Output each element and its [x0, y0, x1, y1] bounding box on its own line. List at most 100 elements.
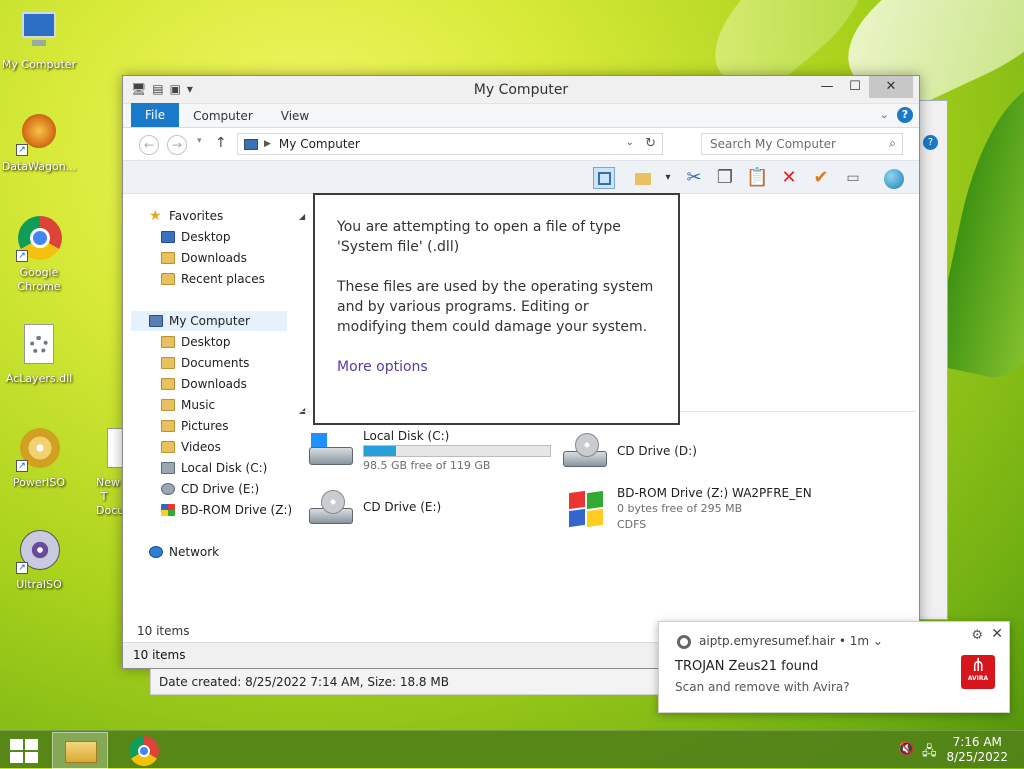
- folder-options-icon[interactable]: [633, 167, 655, 189]
- nav-item-cd-drive-e[interactable]: CD Drive (E:): [161, 479, 259, 499]
- desktop-icon-datawagon[interactable]: ↗ DataWagon...: [0, 110, 78, 174]
- nav-favorites[interactable]: ★ Favorites: [149, 206, 223, 226]
- datawagon-icon: ↗: [16, 110, 62, 156]
- recent-locations-icon[interactable]: ▾: [197, 136, 202, 146]
- expand-ribbon-icon[interactable]: ⌄: [880, 108, 889, 121]
- desktop-icon-label: Google Chrome: [17, 266, 61, 293]
- search-icon[interactable]: ⌕: [889, 136, 896, 151]
- windows-logo-icon: [10, 739, 23, 750]
- preview-pane-icon[interactable]: [593, 167, 615, 189]
- nav-my-computer-label: My Computer: [169, 314, 250, 328]
- nav-item-videos[interactable]: Videos: [161, 437, 221, 457]
- close-button[interactable]: ✕: [869, 76, 913, 98]
- cd-drive-icon: [161, 483, 175, 495]
- nav-item-pictures[interactable]: Pictures: [161, 416, 229, 436]
- maximize-button[interactable]: ☐: [841, 76, 869, 98]
- chrome-icon: [677, 635, 691, 649]
- desktop-icon-poweriso[interactable]: ↗ PowerISO: [0, 426, 78, 490]
- volume-muted-icon[interactable]: 🔇: [898, 742, 914, 757]
- tab-view[interactable]: View: [267, 105, 323, 127]
- downloads-folder-icon: [161, 378, 175, 390]
- tab-file[interactable]: File: [131, 103, 180, 127]
- status-item-count-bottom: 10 items: [133, 648, 186, 662]
- drive-cd-d[interactable]: CD Drive (D:): [563, 429, 813, 481]
- recent-places-icon: [161, 273, 175, 285]
- close-icon[interactable]: ✕: [991, 626, 1003, 642]
- nav-item-recent-places[interactable]: Recent places: [161, 269, 265, 289]
- windows-flag-icon: [161, 504, 175, 516]
- properties-icon[interactable]: ▭: [842, 167, 864, 189]
- more-options-link[interactable]: More options: [337, 359, 428, 375]
- drive-local-disk-c[interactable]: Local Disk (C:) 98.5 GB free of 119 GB: [309, 429, 559, 481]
- nav-item-label: Local Disk (C:): [181, 461, 268, 475]
- nav-item-documents[interactable]: Documents: [161, 353, 249, 373]
- rename-icon[interactable]: ✔: [810, 167, 832, 189]
- nav-item-bd-rom-z[interactable]: BD-ROM Drive (Z:) W: [161, 500, 291, 520]
- globe-icon[interactable]: [882, 167, 904, 189]
- paste-icon[interactable]: 📋: [746, 167, 768, 189]
- help-icon[interactable]: ?: [923, 135, 938, 150]
- desktop-icon-label: New T Docu: [96, 476, 125, 517]
- delete-icon[interactable]: ✕: [778, 167, 800, 189]
- desktop-icon-aclayers-dll[interactable]: AcLayers.dll: [0, 322, 78, 386]
- title-bar[interactable]: 🖥 ▤ ▣ ▾ My Computer — ☐ ✕: [123, 76, 919, 104]
- back-button[interactable]: ←: [139, 135, 159, 155]
- nav-item-label: Pictures: [181, 419, 229, 433]
- dropdown-icon[interactable]: ▾: [657, 167, 679, 189]
- disk-usage-bar: [363, 445, 551, 457]
- search-input[interactable]: Search My Computer ⌕: [701, 133, 903, 155]
- desktop-icon-my-computer[interactable]: My Computer: [0, 8, 78, 72]
- drive-bd-rom-z[interactable]: BD-ROM Drive (Z:) WA2PFRE_EN 0 bytes fre…: [563, 486, 863, 538]
- gear-icon[interactable]: ⚙: [971, 628, 983, 643]
- drive-free-space: 98.5 GB free of 119 GB: [363, 459, 491, 472]
- navigation-pane: ★ Favorites ◢ Desktop Downloads Recent pl…: [131, 204, 305, 624]
- drive-cd-e[interactable]: CD Drive (E:): [309, 486, 559, 538]
- start-button[interactable]: [10, 739, 38, 763]
- desktop-folder-icon: [161, 336, 175, 348]
- system-clock[interactable]: 7:16 AM 8/25/2022: [946, 735, 1008, 765]
- nav-item-music[interactable]: Music: [161, 395, 215, 415]
- notification-body: Scan and remove with Avira?: [675, 680, 850, 694]
- nav-network[interactable]: Network: [149, 542, 219, 562]
- tooltip-warning-text: You are attempting to open a file of typ…: [337, 219, 621, 255]
- shortcut-arrow-icon: ↗: [16, 144, 28, 156]
- breadcrumb-separator-icon[interactable]: ▶: [264, 139, 271, 149]
- poweriso-icon: ↗: [16, 426, 62, 472]
- minimize-button[interactable]: —: [813, 76, 841, 98]
- cd-drive-icon: [309, 490, 355, 528]
- nav-item-favorites-downloads[interactable]: Downloads: [161, 248, 247, 268]
- nav-item-favorites-desktop[interactable]: Desktop: [161, 227, 231, 247]
- dll-file-icon: [16, 322, 62, 368]
- tooltip-detail-text: These files are used by the operating sy…: [337, 279, 654, 335]
- details-status-bar: Date created: 8/25/2022 7:14 AM, Size: 1…: [150, 669, 660, 695]
- tab-computer[interactable]: Computer: [179, 105, 267, 127]
- nav-my-computer[interactable]: My Computer: [131, 311, 287, 331]
- copy-icon[interactable]: ❐: [714, 167, 736, 189]
- forward-button[interactable]: →: [167, 135, 187, 155]
- nav-item-local-disk-c[interactable]: Local Disk (C:): [161, 458, 267, 478]
- chevron-down-icon[interactable]: ⌄: [873, 634, 883, 648]
- clock-date: 8/25/2022: [946, 750, 1008, 764]
- address-path[interactable]: My Computer: [279, 137, 360, 151]
- nav-item-desktop[interactable]: Desktop: [161, 332, 231, 352]
- network-icon[interactable]: 🖧: [922, 742, 937, 764]
- nav-item-downloads[interactable]: Downloads: [161, 374, 247, 394]
- folder-icon: [65, 741, 97, 763]
- taskbar-chrome[interactable]: [116, 732, 172, 769]
- nav-item-label: CD Drive (E:): [181, 482, 260, 496]
- desktop-icon-google-chrome[interactable]: ↗ Google Chrome: [0, 216, 78, 294]
- network-icon: [149, 546, 163, 558]
- address-dropdown-icon[interactable]: ⌄: [626, 137, 634, 148]
- background-window[interactable]: ?: [918, 100, 948, 620]
- refresh-icon[interactable]: ↻: [645, 136, 656, 151]
- browser-notification[interactable]: aiptp.emyresumef.hair • 1m ⌄ ⚙ ✕ TROJAN …: [658, 621, 1010, 713]
- help-icon[interactable]: ?: [897, 107, 913, 123]
- address-bar[interactable]: ▶ My Computer ⌄ ↻: [237, 133, 663, 155]
- up-button[interactable]: ↑: [215, 135, 227, 151]
- search-placeholder: Search My Computer: [710, 137, 836, 151]
- windows-logo-icon: [10, 752, 23, 763]
- downloads-folder-icon: [161, 252, 175, 264]
- cut-icon[interactable]: ✂: [683, 167, 705, 189]
- taskbar-file-explorer[interactable]: [52, 732, 108, 769]
- desktop-icon-ultraiso[interactable]: ↗ UltraISO: [0, 528, 78, 592]
